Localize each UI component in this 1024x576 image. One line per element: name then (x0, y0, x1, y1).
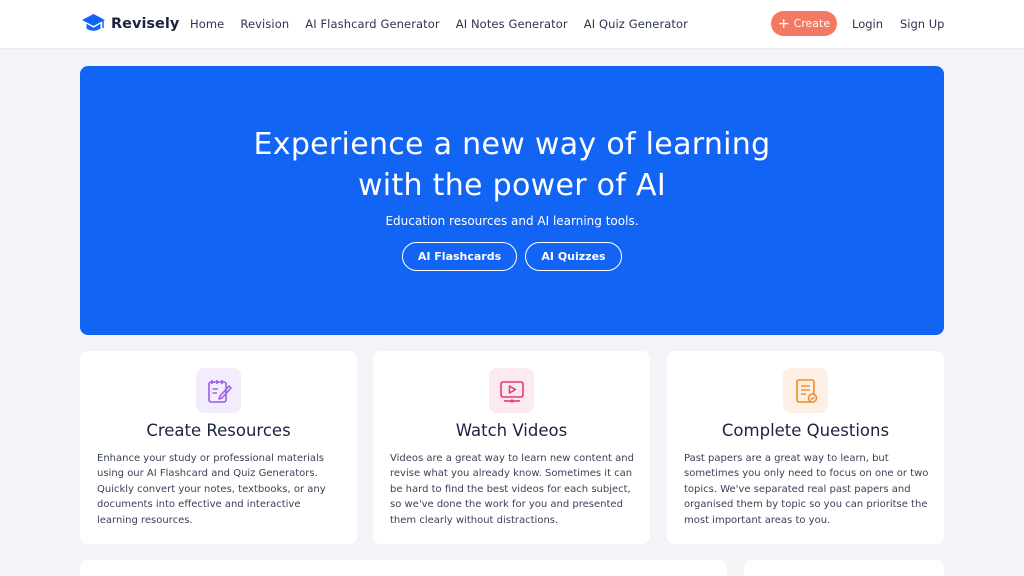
brand-logo[interactable]: Revisely (81, 12, 179, 36)
create-button[interactable]: + Create (771, 11, 837, 36)
document-check-icon (795, 378, 817, 403)
hero-banner: Experience a new way of learning with th… (80, 66, 944, 335)
brand-name: Revisely (111, 16, 180, 32)
hero-title: Experience a new way of learning with th… (80, 124, 944, 206)
card-icon-container (783, 368, 828, 413)
create-button-label: Create (793, 17, 831, 30)
card-title: Complete Questions (721, 421, 890, 440)
card-icon-container (196, 368, 241, 413)
ai-quizzes-button[interactable]: AI Quizzes (525, 242, 622, 271)
nav-link-ai-notes-generator[interactable]: AI Notes Generator (456, 17, 568, 31)
signup-link[interactable]: Sign Up (900, 17, 944, 31)
hero-subtitle: Education resources and AI learning tool… (385, 214, 639, 228)
feature-card-complete-questions[interactable]: Complete Questions Past papers are a gre… (667, 351, 944, 544)
nav-link-home[interactable]: Home (190, 17, 224, 31)
nav-links: Home Revision AI Flashcard Generator AI … (190, 0, 688, 48)
nav-link-ai-flashcard-generator[interactable]: AI Flashcard Generator (305, 17, 440, 31)
hero-title-line-1: Experience a new way of learning (253, 127, 771, 162)
hero-buttons: AI Flashcards AI Quizzes (80, 242, 944, 271)
top-navbar: Revisely Home Revision AI Flashcard Gene… (0, 0, 1024, 49)
hero-title-line-2: with the power of AI (357, 168, 667, 203)
bottom-section-card-right (744, 560, 944, 576)
nav-link-revision[interactable]: Revision (240, 17, 289, 31)
login-link[interactable]: Login (852, 17, 883, 31)
card-icon-container (489, 368, 534, 413)
feature-card-watch-videos[interactable]: Watch Videos Videos are a great way to l… (373, 351, 650, 544)
video-play-icon (499, 380, 524, 403)
plus-icon: + (777, 15, 790, 32)
card-body: Past papers are a great way to learn, bu… (684, 453, 929, 526)
graduation-cap-icon (82, 14, 105, 31)
nav-link-ai-quiz-generator[interactable]: AI Quiz Generator (584, 17, 688, 31)
ai-flashcards-button[interactable]: AI Flashcards (402, 242, 517, 271)
card-title: Create Resources (146, 421, 291, 440)
card-title: Watch Videos (455, 421, 568, 440)
feature-card-create-resources[interactable]: Create Resources Enhance your study or p… (80, 351, 357, 544)
card-body: Videos are a great way to learn new cont… (390, 453, 634, 526)
card-body: Enhance your study or professional mater… (97, 453, 326, 526)
bottom-section-card-left (80, 560, 727, 576)
notebook-pen-icon (207, 379, 232, 403)
